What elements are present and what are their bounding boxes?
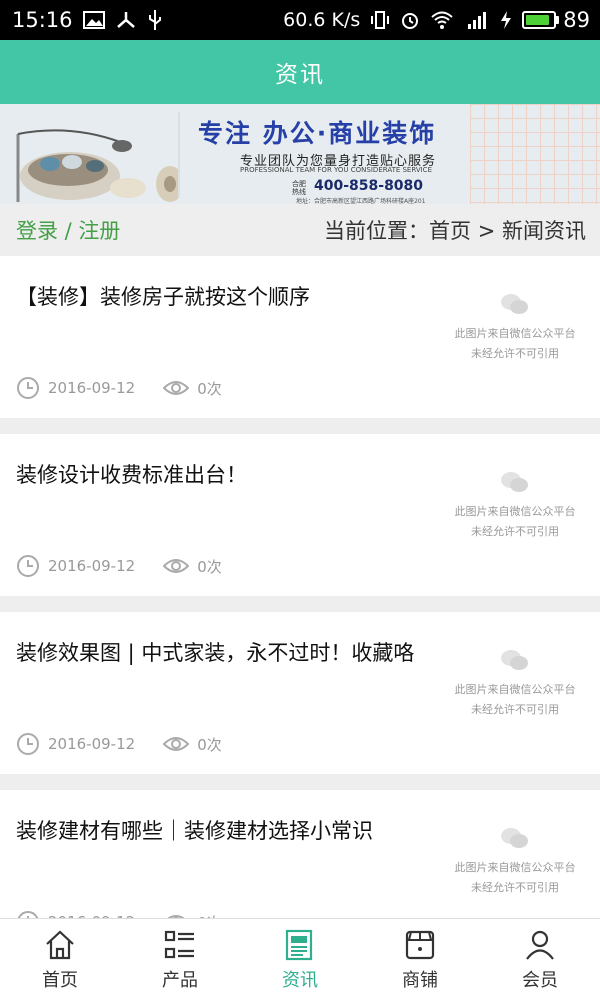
login-register-link[interactable]: 登录 / 注册 xyxy=(16,215,120,245)
news-meta: 2016-09-12 0次 xyxy=(16,554,222,578)
tab-store[interactable]: 商铺 xyxy=(360,919,480,1000)
alarm-icon xyxy=(402,13,419,29)
eye-icon xyxy=(163,559,190,573)
news-thumbnail: 此图片来自微信公众平台 未经允许不可引用 xyxy=(440,638,590,738)
sofa-illustration xyxy=(16,129,180,202)
thumbnail-notice-line1: 此图片来自微信公众平台 xyxy=(454,327,576,340)
status-right: 60.6 K/s 89 xyxy=(283,8,590,32)
status-left: 15:16 xyxy=(12,8,163,32)
thumbnail-notice-line2: 未经允许不可引用 xyxy=(471,881,559,894)
tab-label: 首页 xyxy=(42,969,78,991)
share-icon xyxy=(116,12,135,28)
banner-address: 地址：合肥市高新区望江西路广场科研楼A座201 xyxy=(296,198,426,204)
status-bar: 15:16 60.6 K/s 89 xyxy=(0,0,600,40)
tab-label: 资讯 xyxy=(282,969,318,991)
thumbnail-notice-line2: 未经允许不可引用 xyxy=(471,347,559,360)
news-list: 【装修】装修房子就按这个顺序 2016-09-12 0次 此图片来自微信公众平台… xyxy=(0,256,600,968)
location-bar: 登录 / 注册 当前位置：首页 > 新闻资讯 xyxy=(0,204,600,256)
news-title: 装修设计收费标准出台！ xyxy=(16,463,247,487)
news-item[interactable]: 装修设计收费标准出台！ 2016-09-12 0次 此图片来自微信公众平台 未经… xyxy=(0,434,600,596)
tab-member[interactable]: 会员 xyxy=(480,919,600,1000)
tab-news[interactable]: 资讯 xyxy=(240,919,360,1000)
page-title: 资讯 xyxy=(275,62,325,88)
clock-icon xyxy=(17,733,39,755)
banner-hotline-label: 合肥热线 xyxy=(292,180,306,196)
home-icon xyxy=(46,930,74,959)
news-title: 【装修】装修房子就按这个顺序 xyxy=(16,285,310,309)
thumbnail-notice: 此图片来自微信公众平台 未经允许不可引用 xyxy=(455,502,576,542)
wechat-icon xyxy=(501,294,528,314)
image-icon xyxy=(82,11,105,29)
thumbnail-notice: 此图片来自微信公众平台 未经允许不可引用 xyxy=(455,680,576,720)
user-icon xyxy=(526,930,554,960)
ad-banner[interactable]: 专注 办公·商业装饰 专业团队为您量身打造贴心服务 PROFESSIONAL T… xyxy=(0,104,600,204)
vibrate-icon xyxy=(371,11,390,29)
battery-level: 89 xyxy=(563,8,590,32)
store-icon xyxy=(405,930,435,959)
tab-home[interactable]: 首页 xyxy=(0,919,120,1000)
wifi-icon xyxy=(431,11,453,29)
battery-fill xyxy=(526,15,550,25)
tab-label: 产品 xyxy=(162,969,198,991)
news-thumbnail: 此图片来自微信公众平台 未经允许不可引用 xyxy=(440,460,590,560)
news-meta: 2016-09-12 0次 xyxy=(16,732,222,756)
wechat-icon xyxy=(501,828,528,848)
clock-icon xyxy=(17,555,39,577)
banner-title: 专注 办公·商业装饰 xyxy=(198,119,437,148)
thumbnail-notice-line1: 此图片来自微信公众平台 xyxy=(454,505,576,518)
thumbnail-notice-line1: 此图片来自微信公众平台 xyxy=(454,861,576,874)
thumbnail-notice-line2: 未经允许不可引用 xyxy=(471,525,559,538)
eye-icon xyxy=(163,381,190,395)
thumbnail-notice-line2: 未经允许不可引用 xyxy=(471,703,559,716)
thumbnail-notice: 此图片来自微信公众平台 未经允许不可引用 xyxy=(455,324,576,364)
news-date: 2016-09-12 xyxy=(48,557,136,575)
thumbnail-notice-line1: 此图片来自微信公众平台 xyxy=(454,683,576,696)
bottom-tab-bar: 首页 产品 资讯 商铺 会员 xyxy=(0,918,600,1000)
news-date: 2016-09-12 xyxy=(48,735,136,753)
banner-blueprint-pattern xyxy=(470,104,600,204)
news-thumbnail: 此图片来自微信公众平台 未经允许不可引用 xyxy=(440,816,590,916)
news-title: 装修效果图 | 中式家装，永不过时！收藏咯 xyxy=(16,641,415,665)
news-views: 0次 xyxy=(197,379,222,398)
clock-icon xyxy=(17,377,39,399)
network-speed: 60.6 K/s xyxy=(283,9,361,31)
list-icon xyxy=(164,930,194,958)
banner-phone: 400-858-8080 xyxy=(314,178,424,194)
battery-indicator: 89 xyxy=(522,8,590,32)
tab-label: 商铺 xyxy=(402,969,438,991)
wechat-icon xyxy=(501,472,528,492)
thumbnail-notice: 此图片来自微信公众平台 未经允许不可引用 xyxy=(455,858,576,898)
battery-icon xyxy=(522,11,557,29)
eye-icon xyxy=(163,737,190,751)
news-views: 0次 xyxy=(197,557,222,576)
usb-icon xyxy=(148,10,161,30)
charging-icon xyxy=(501,11,512,29)
banner-divider xyxy=(178,112,180,198)
breadcrumb: 当前位置：首页 > 新闻资讯 xyxy=(324,219,586,243)
news-title: 装修建材有哪些｜装修建材选择小常识 xyxy=(16,819,373,843)
news-item[interactable]: 装修效果图 | 中式家装，永不过时！收藏咯 2016-09-12 0次 此图片来… xyxy=(0,612,600,774)
news-thumbnail: 此图片来自微信公众平台 未经允许不可引用 xyxy=(440,282,590,382)
news-meta: 2016-09-12 0次 xyxy=(16,376,222,400)
news-date: 2016-09-12 xyxy=(48,379,136,397)
battery-tip xyxy=(556,16,560,24)
wechat-icon xyxy=(501,650,528,670)
news-icon xyxy=(285,929,313,960)
page-header: 资讯 xyxy=(0,40,600,104)
tab-products[interactable]: 产品 xyxy=(120,919,240,1000)
banner-subtitle-english: PROFESSIONAL TEAM FOR YOU CONSIDERATE SE… xyxy=(240,166,432,174)
news-views: 0次 xyxy=(197,735,222,754)
tab-label: 会员 xyxy=(522,969,558,991)
status-time: 15:16 xyxy=(12,8,73,32)
signal-4g-icon xyxy=(468,12,487,29)
news-item[interactable]: 【装修】装修房子就按这个顺序 2016-09-12 0次 此图片来自微信公众平台… xyxy=(0,256,600,418)
